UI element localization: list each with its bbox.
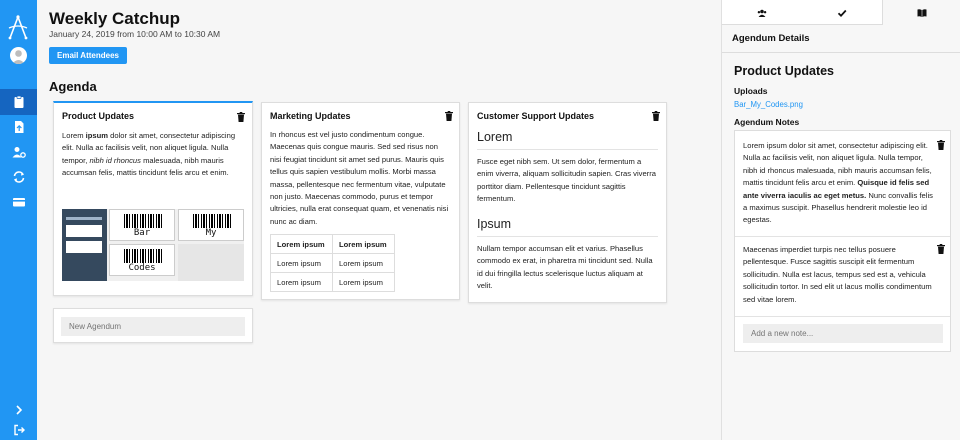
agendum-description: In rhoncus est vel justo condimentum con… [270,130,449,226]
section-heading: Lorem [477,130,513,144]
main-content: Weekly Catchup January 24, 2019 from 10:… [37,0,721,440]
note-item: Lorem ipsum dolor sit amet, consectetur … [743,141,933,225]
tab-action-items[interactable] [802,0,882,25]
sidebar-item-billing[interactable] [0,189,37,215]
sync-icon [13,171,24,183]
avatar[interactable] [10,47,27,64]
credit-card-icon [12,198,25,207]
trash-icon[interactable] [652,111,660,121]
table-row: Lorem ipsum Lorem ipsum [270,272,395,292]
section-heading: Ipsum [477,217,512,231]
agendum-card-product-updates[interactable]: Product Updates Lorem ipsum dolor sit am… [53,101,253,296]
from-label: from [117,29,135,39]
meeting-time: January 24, 2019 from 10:00 AM to 10:30 … [49,29,220,39]
email-attendees-button[interactable]: Email Attendees [49,47,127,64]
sidebar-item-sync[interactable] [0,164,37,190]
agendum-table: Lorem ipsum Lorem ipsum Lorem ipsum Lorem … [270,234,395,292]
agendum-title: Product Updates [62,111,135,121]
clipboard-icon [14,95,23,108]
barcode-image: Codes [109,244,175,276]
notes-list: Lorem ipsum dolor sit amet, consectetur … [734,130,951,352]
chevron-right-icon [15,405,22,415]
new-note-input[interactable] [743,324,943,343]
divider [735,316,950,317]
new-agendum-input[interactable] [61,317,245,336]
barcode-image: Bar [109,209,175,241]
table-row: Lorem ipsum Lorem ipsum [270,253,395,273]
divider [735,236,950,237]
trash-icon[interactable] [237,112,245,122]
agendum-notes-label: Agendum Notes [734,117,800,127]
sidebar-item-agendas[interactable] [0,89,37,115]
meeting-end: 10:30 AM [184,29,221,39]
to-label: to [174,29,182,39]
divider [477,149,658,150]
meeting-title: Weekly Catchup [49,9,181,28]
agendum-title: Marketing Updates [270,111,351,121]
agendum-title: Customer Support Updates [477,111,595,121]
thumbnail-form-preview [62,209,107,281]
users-icon [757,9,767,17]
agendum-details-panel: Agendum Details Product Updates Uploads … [721,0,960,440]
panel-title: Agendum Details [732,33,810,44]
book-icon [917,9,927,17]
panel-header: Agendum Details [722,25,960,53]
agendum-description: Lorem ipsum dolor sit amet, consectetur … [62,131,236,178]
sidebar-item-uploads[interactable] [0,114,37,140]
sidebar [0,0,37,440]
agendum-detail-title: Product Updates [734,64,835,78]
divider [477,236,658,237]
barcode-image: My [178,209,244,241]
agenda-heading: Agenda [49,79,97,94]
new-agendum-card [53,308,253,343]
sign-out-button[interactable] [0,417,37,440]
agendum-description: Nullam tempor accumsan elit et varius. P… [477,244,653,291]
logo-a-icon[interactable] [7,14,29,40]
meeting-date: January 24, 2019 [49,29,115,39]
meeting-start: 10:00 AM [136,29,173,39]
tab-agendum-details[interactable] [882,0,960,26]
trash-icon[interactable] [445,111,453,121]
sidebar-item-users[interactable] [0,139,37,165]
agendum-card-marketing-updates[interactable]: Marketing Updates In rhoncus est vel jus… [261,102,460,300]
agendum-card-customer-support-updates[interactable]: Customer Support Updates Lorem Fusce ege… [468,102,667,303]
trash-icon[interactable] [937,244,945,254]
upload-thumbnail[interactable]: Bar My Codes [62,209,244,281]
upload-file-link[interactable]: Bar_My_Codes.png [734,100,803,109]
users-cog-icon [12,147,26,158]
agendum-description: Fusce eget nibh sem. Ut sem dolor, ferme… [477,157,656,204]
note-item: Maecenas imperdiet turpis nec tellus pos… [743,245,932,304]
trash-icon[interactable] [937,140,945,150]
table-row: Lorem ipsum Lorem ipsum [270,234,395,254]
panel-tabs [722,0,960,26]
tab-attendees[interactable] [722,0,802,25]
uploads-label: Uploads [734,86,768,96]
check-icon [837,9,847,17]
thumbnail-empty [178,244,244,281]
file-upload-icon [14,121,23,133]
sign-out-icon [13,424,25,436]
